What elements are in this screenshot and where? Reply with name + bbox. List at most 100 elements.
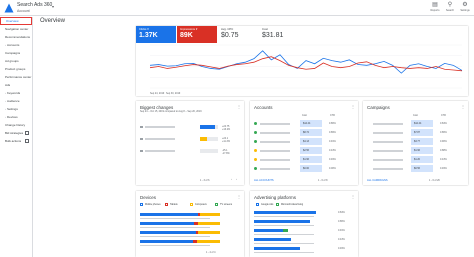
cost-cell: $0.00 [303, 167, 309, 170]
device-row[interactable] [136, 231, 244, 239]
sidebar-item-audience[interactable]: ›Audience [0, 97, 32, 105]
cost-cell: $1.20 [414, 158, 420, 161]
row-placeholder-text [254, 252, 314, 253]
account-selector[interactable]: Search Ads 360 Account [17, 2, 52, 14]
device-row[interactable] [136, 240, 244, 248]
settings-tool-button[interactable]: ⚙ Settings [458, 2, 472, 12]
chevron-right-icon[interactable]: › [236, 178, 237, 181]
sidebar-item-overview[interactable]: Overview [0, 17, 32, 25]
biggest-changes-card: Biggest changes Sep 24 – Oct 15, 2019 co… [136, 101, 244, 185]
legend-checkbox[interactable] [256, 203, 259, 206]
table-row[interactable]: $8.72 0.89% [250, 129, 358, 137]
ctr-cell: 0.91% [329, 140, 336, 143]
table-row[interactable]: $14.44 0.86% [250, 120, 358, 128]
more-options-icon[interactable]: ⋮ [351, 194, 355, 199]
metric-value: $0.75 [221, 32, 239, 39]
ctr-cell: 0.84% [440, 122, 447, 125]
legend-checkbox[interactable] [215, 203, 218, 206]
search-ads-logo [4, 3, 14, 13]
sidebar-item-settings[interactable]: ›Settings [0, 105, 32, 113]
row-placeholder-text [140, 218, 210, 219]
search-tool-button[interactable]: ⚲ Search [443, 2, 457, 12]
table-row[interactable]: $2.56 0.43% [250, 147, 358, 155]
change-bar-track [200, 149, 218, 153]
tool-label: Settings [460, 9, 470, 12]
table-row[interactable]: $1.96 0.88% [363, 147, 468, 155]
row-placeholder-text [254, 225, 314, 226]
microsoft-ads-bar [282, 229, 288, 232]
table-row[interactable]: $7.87 0.86% [363, 129, 468, 137]
legend-label: Mobile phones [145, 203, 161, 206]
all-accounts-link[interactable]: ALL ACCOUNTS [254, 179, 274, 182]
row-placeholder-text [145, 138, 175, 140]
change-row[interactable]: -15.1 -17.8% [136, 149, 244, 159]
table-row[interactable]: $0.56 0.49% [363, 165, 468, 173]
more-options-icon[interactable]: ⋮ [237, 194, 241, 199]
all-campaigns-link[interactable]: ALL CAMPAIGNS [367, 179, 388, 182]
more-options-icon[interactable]: ⋮ [351, 104, 355, 109]
ctr-cell: 0.90% [440, 140, 447, 143]
row-placeholder-text [140, 227, 210, 228]
change-row[interactable]: +24.1 +11.3% [136, 137, 244, 147]
table-row[interactable]: $12.44 0.84% [363, 120, 468, 128]
sidebar-item-bulk-actions[interactable]: Bulk actions [0, 137, 32, 145]
chevron-right-icon: › [5, 43, 6, 47]
more-options-icon[interactable]: ⋮ [461, 104, 465, 109]
device-row[interactable] [136, 213, 244, 221]
google-ads-bar [254, 238, 291, 241]
sidebar-item-ad-groups[interactable]: Ad groups [0, 57, 32, 65]
device-row[interactable] [136, 222, 244, 230]
row-placeholder-text [140, 236, 210, 237]
metric-tile[interactable]: Clicks ▾ 1.37K [136, 26, 176, 43]
sidebar-item-campaigns[interactable]: Campaigns [0, 49, 32, 57]
sidebar-item-label: Audience [7, 99, 20, 103]
more-options-icon[interactable]: ⋮ [237, 104, 241, 109]
platform-row[interactable]: 0.91% [250, 229, 358, 237]
legend-checkbox[interactable] [165, 203, 168, 206]
devices-card: Devices ⋮ Mobile phones Tablets Computers T… [136, 191, 244, 257]
tool-label: Search [445, 9, 455, 12]
ctr-cell: 0.00% [329, 167, 336, 170]
sidebar-item-recommendations[interactable]: Recommendations [0, 33, 32, 41]
platform-row[interactable]: 0.49% [250, 247, 358, 255]
sidebar-item-performance-center[interactable]: Performance center [0, 73, 32, 81]
metric-tile[interactable]: Avg. CPC $0.75 [218, 26, 258, 43]
platform-row[interactable]: 0.43% [250, 238, 358, 246]
table-row[interactable]: $3.77 0.90% [363, 138, 468, 146]
performance-line-chart: Sep 24, 2019 Sep 30, 2019 [149, 44, 463, 95]
sidebar-item-label: Performance center [5, 75, 32, 79]
chevron-left-icon[interactable]: ‹ [231, 178, 232, 181]
change-percent: -17.8% [222, 152, 230, 155]
sidebar-item-accounts[interactable]: ›Accounts [0, 41, 32, 49]
sidebar-item-product-groups[interactable]: Product groups [0, 65, 32, 73]
platform-row[interactable]: 0.84% [250, 211, 358, 219]
table-row[interactable]: $4.13 0.91% [250, 138, 358, 146]
sidebar-item-keywords[interactable]: ›Keywords [0, 89, 32, 97]
metric-tile[interactable]: Cost $31.81 [259, 26, 299, 43]
campaigns-card: Campaigns ⋮ Cost CTR $12.44 0.84% $7.87 0.8… [363, 101, 468, 185]
sidebar-item-change-history[interactable]: Change history [0, 121, 32, 129]
sidebar-item-devices[interactable]: ›Devices [0, 113, 32, 121]
table-row[interactable]: $1.20 0.43% [363, 156, 468, 164]
sidebar-item-ads[interactable]: Ads [0, 81, 32, 89]
reports-tool-button[interactable]: ▤ Reports [428, 2, 442, 12]
table-row[interactable]: $0.00 0.00% [250, 165, 358, 173]
legend-checkbox[interactable] [190, 203, 193, 206]
cost-cell: $4.13 [303, 140, 309, 143]
legend-checkbox[interactable] [140, 203, 143, 206]
legend-checkbox[interactable] [276, 203, 279, 206]
row-placeholder-text [373, 168, 403, 170]
cost-cell: $14.44 [303, 122, 311, 125]
metric-value: $31.81 [262, 32, 284, 39]
change-percent: +11.3% [222, 140, 230, 143]
change-row[interactable]: +24.75 +16.2% [136, 125, 244, 135]
platform-row[interactable]: 0.86% [250, 220, 358, 228]
chevron-down-icon[interactable]: ▾ [52, 4, 54, 9]
status-dot [254, 131, 257, 134]
sidebar-item-bid-strategies[interactable]: Bid strategies [0, 129, 32, 137]
sidebar-item-navigation-center[interactable]: Navigation center [0, 25, 32, 33]
sidebar-item-label: Devices [7, 115, 18, 119]
device-segment [200, 213, 220, 216]
metric-tile[interactable]: Impressions ▾ 89K [177, 26, 217, 43]
table-row[interactable]: $1.96 0.49% [250, 156, 358, 164]
